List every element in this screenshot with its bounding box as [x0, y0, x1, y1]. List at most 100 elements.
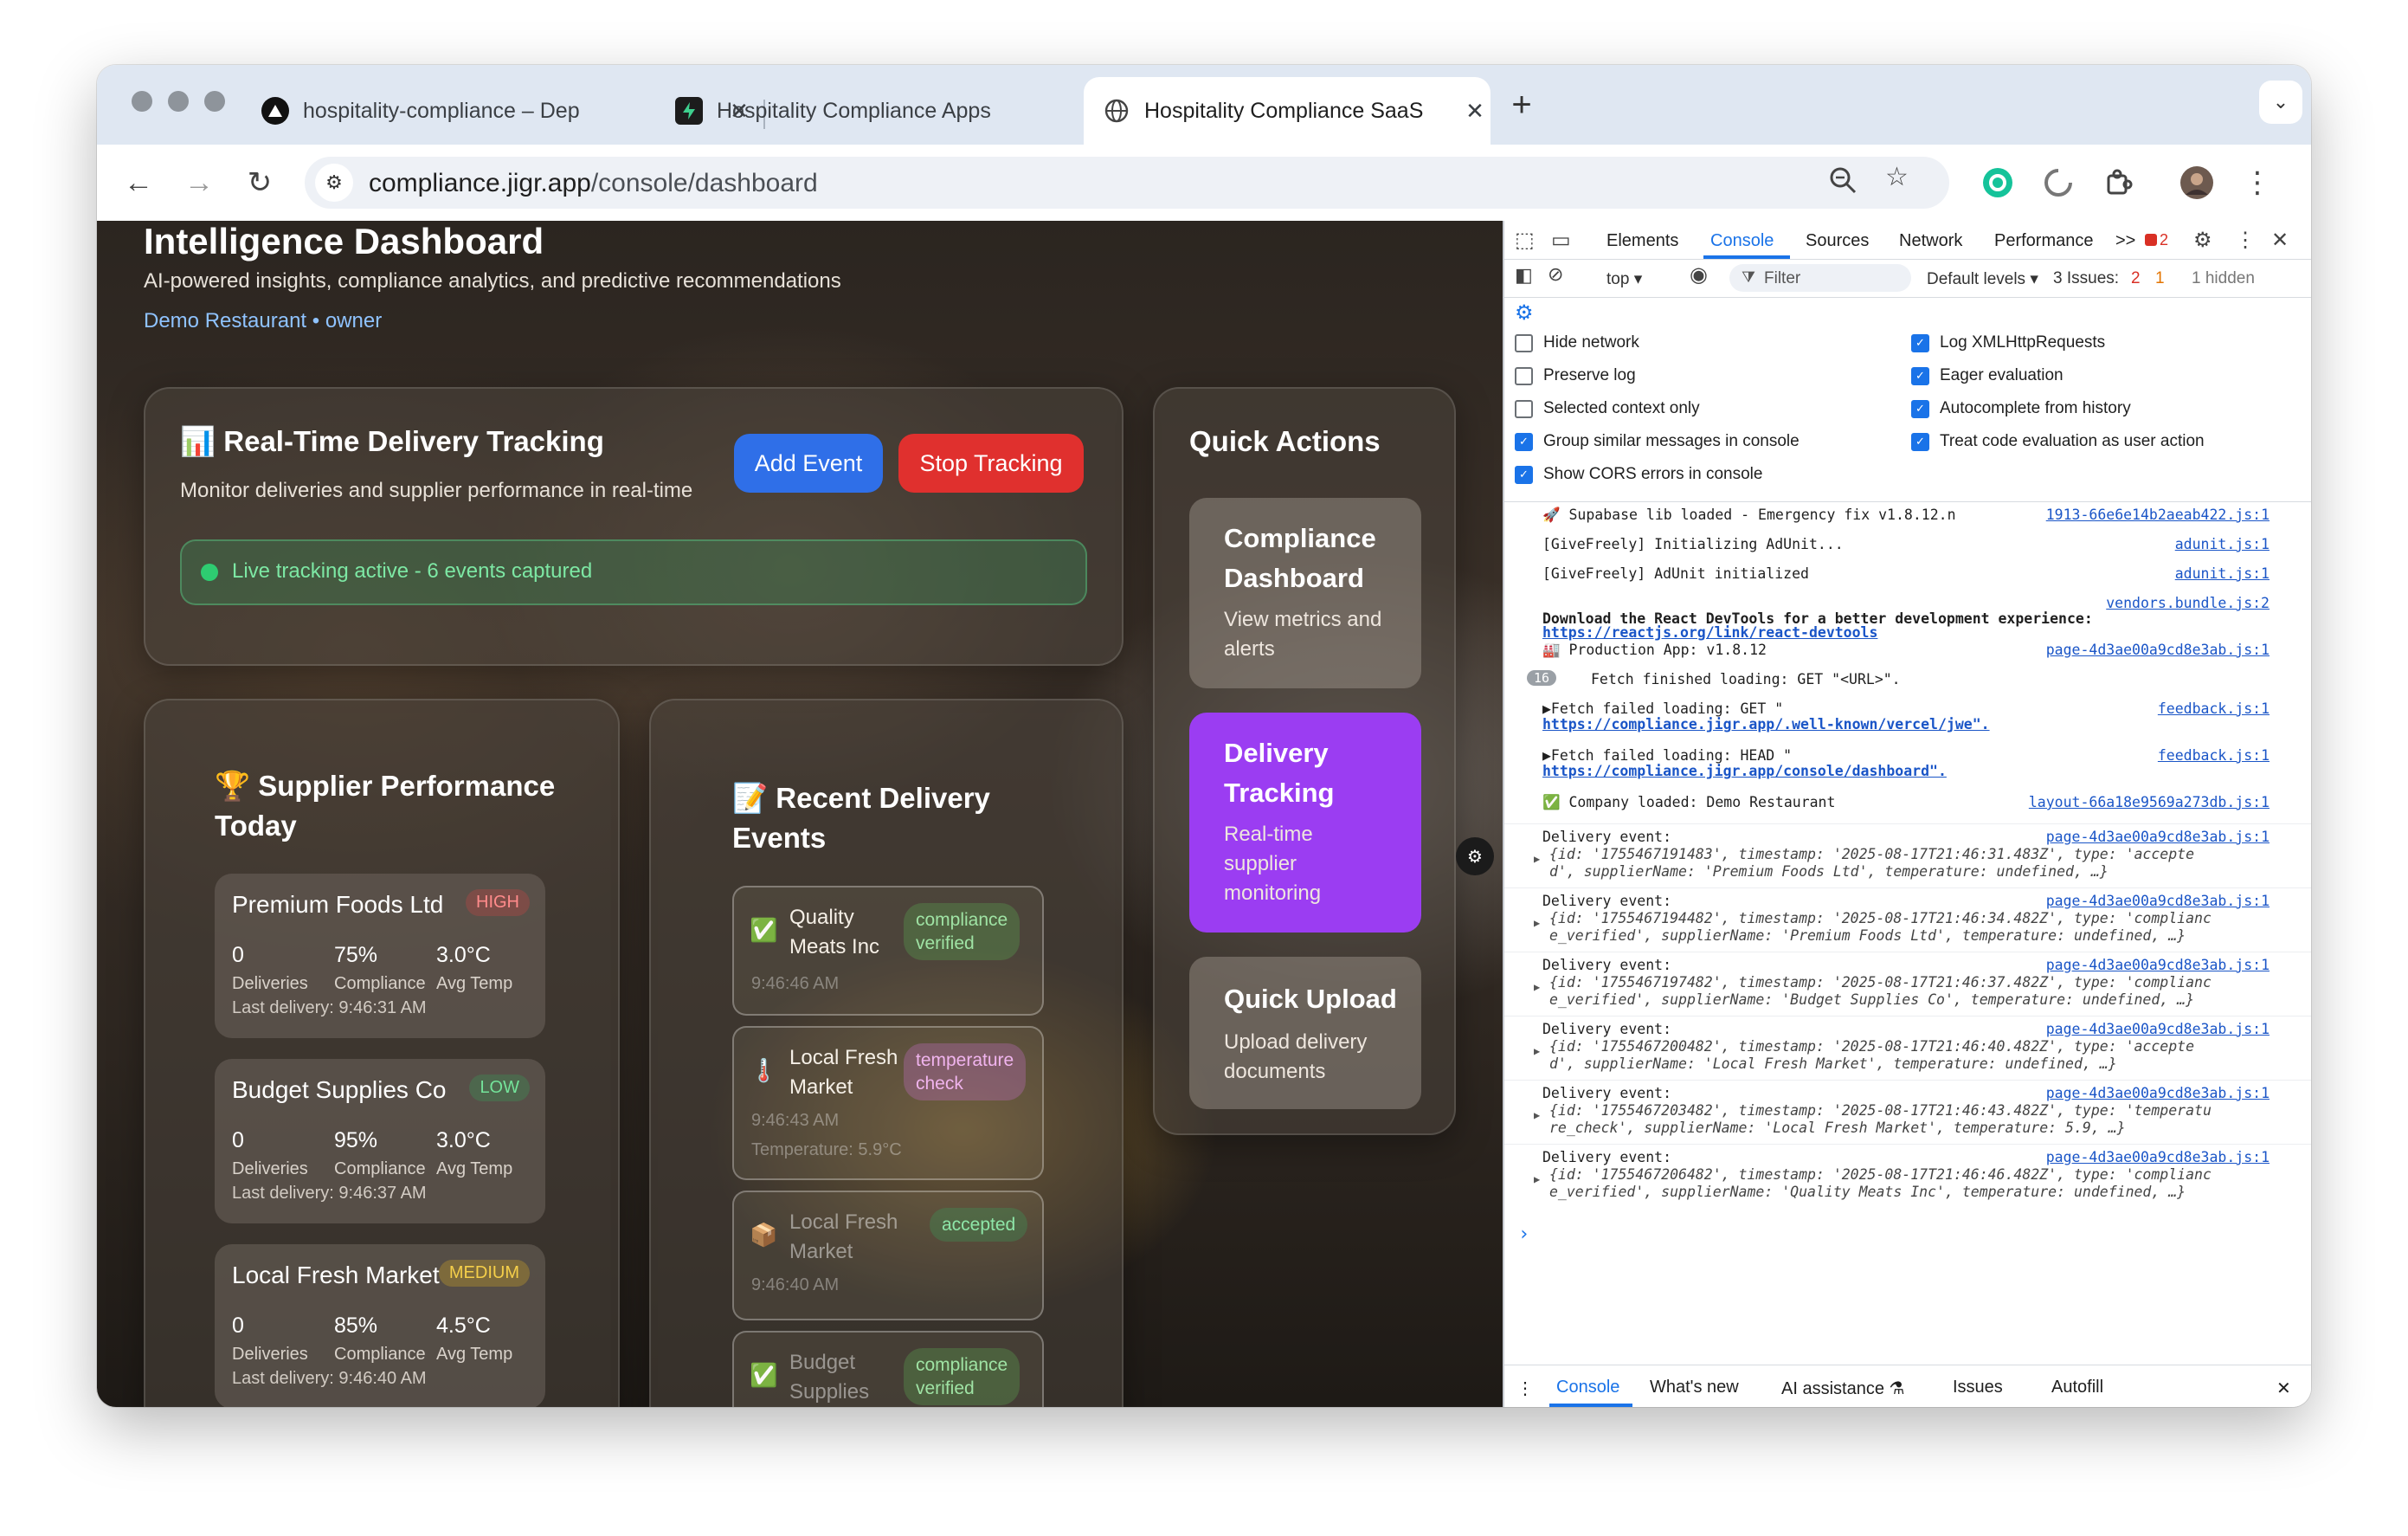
add-event-button[interactable]: Add Event: [734, 434, 883, 493]
browser-tab-active[interactable]: Hospitality Compliance SaaS ✕: [1084, 77, 1491, 145]
device-toolbar-icon[interactable]: ▭: [1551, 228, 1571, 253]
log-source-link[interactable]: page-4d3ae00a9cd8e3ab.js:1: [2046, 642, 2270, 658]
supplier-card[interactable]: Local Fresh Market MEDIUM 0 Deliveries 8…: [215, 1244, 545, 1407]
delivery-event-object[interactable]: e_verified', supplierName: 'Premium Food…: [1549, 927, 2186, 944]
log-source-link[interactable]: vendors.bundle.js:2: [2106, 595, 2270, 611]
quick-action-quick-upload[interactable]: Quick Upload Upload delivery documents: [1189, 957, 1421, 1109]
log-link[interactable]: https://compliance.jigr.app/.well-known/…: [1542, 716, 1990, 733]
event-item[interactable]: ✅ Quality Meats Inc compliance verified 9:…: [732, 886, 1044, 1016]
tab-sources[interactable]: Sources: [1806, 231, 1869, 251]
close-window-button[interactable]: [132, 91, 152, 112]
inspect-element-icon[interactable]: ⬚: [1515, 228, 1535, 253]
devtools-settings-gear-icon[interactable]: ⚙: [2193, 228, 2212, 253]
expand-triangle-icon[interactable]: ▶: [1534, 917, 1540, 929]
checkbox-checked-icon[interactable]: ✓: [1515, 432, 1533, 451]
checkbox-unchecked-icon[interactable]: [1515, 399, 1533, 418]
browser-menu-icon[interactable]: ⋮: [2235, 160, 2280, 205]
delivery-event-object[interactable]: e_verified', supplierName: 'Budget Suppl…: [1549, 991, 2194, 1008]
drawer-tab-autofill[interactable]: Autofill: [2051, 1378, 2103, 1397]
log-source-link[interactable]: layout-66a18e9569a273db.js:1: [2029, 794, 2270, 810]
extensions-puzzle-icon[interactable]: [2096, 160, 2141, 205]
event-item[interactable]: 📦 Local Fresh Market accepted 9:46:40 AM: [732, 1191, 1044, 1320]
delivery-event-object[interactable]: {id: '1755467206482', timestamp: '2025-0…: [1549, 1166, 2212, 1183]
delivery-event-object[interactable]: {id: '1755467197482', timestamp: '2025-0…: [1549, 974, 2212, 991]
site-settings-icon[interactable]: ⚙: [315, 164, 353, 202]
expand-triangle-icon[interactable]: ▶: [1534, 1173, 1540, 1185]
console-filter-input[interactable]: ⧩ Filter: [1729, 264, 1911, 292]
log-link[interactable]: https://compliance.jigr.app/console/dash…: [1542, 763, 1947, 779]
supplier-card[interactable]: Premium Foods Ltd HIGH 0 Deliveries 75% …: [215, 874, 545, 1038]
console-setting-checkbox[interactable]: Hide network: [1515, 333, 1639, 352]
log-source-link[interactable]: page-4d3ae00a9cd8e3ab.js:1: [2046, 893, 2270, 909]
issues-warning-count[interactable]: 1: [2155, 269, 2165, 288]
drawer-tab-console[interactable]: Console: [1556, 1378, 1619, 1397]
checkbox-unchecked-icon[interactable]: [1515, 333, 1533, 352]
tab-network[interactable]: Network: [1899, 231, 1962, 251]
console-setting-checkbox[interactable]: ✓ Log XMLHttpRequests: [1911, 333, 2105, 352]
devtools-menu-icon[interactable]: ⋮: [2235, 228, 2256, 253]
expand-triangle-icon[interactable]: ▶: [1534, 1045, 1540, 1057]
log-source-link[interactable]: page-4d3ae00a9cd8e3ab.js:1: [2046, 829, 2270, 845]
console-setting-checkbox[interactable]: ✓ Treat code evaluation as user action: [1911, 432, 2205, 451]
expand-triangle-icon[interactable]: ▶: [1534, 1109, 1540, 1121]
console-setting-checkbox[interactable]: ✓ Show CORS errors in console: [1515, 465, 1762, 484]
floating-settings-icon[interactable]: ⚙: [1456, 837, 1494, 875]
log-source-link[interactable]: 1913-66e6e14b2aeab422.js:1: [2046, 507, 2270, 523]
context-selector[interactable]: top ▾: [1606, 269, 1642, 289]
log-source-link[interactable]: page-4d3ae00a9cd8e3ab.js:1: [2046, 957, 2270, 973]
console-setting-checkbox[interactable]: Preserve log: [1515, 366, 1636, 385]
address-bar[interactable]: ⚙ compliance.jigr.app/console/dashboard …: [305, 157, 1949, 209]
checkbox-checked-icon[interactable]: ✓: [1911, 432, 1929, 451]
console-setting-checkbox[interactable]: Selected context only: [1515, 399, 1700, 418]
reload-icon[interactable]: ↻: [237, 160, 282, 205]
grammarly-extension-icon[interactable]: [1975, 160, 2020, 205]
log-source-link[interactable]: page-4d3ae00a9cd8e3ab.js:1: [2046, 1021, 2270, 1037]
issues-label[interactable]: 3 Issues:: [2053, 269, 2119, 288]
tab-search-chevron-icon[interactable]: ⌄: [2259, 81, 2302, 124]
delivery-event-object[interactable]: re_check', supplierName: 'Local Fresh Ma…: [1549, 1120, 2126, 1136]
quick-action-delivery-tracking[interactable]: Delivery Tracking Real-time supplier monito…: [1189, 713, 1421, 933]
console-setting-checkbox[interactable]: ✓ Autocomplete from history: [1911, 399, 2131, 418]
log-link[interactable]: https://reactjs.org/link/react-devtools: [1542, 624, 1877, 641]
maximize-window-button[interactable]: [204, 91, 225, 112]
checkbox-unchecked-icon[interactable]: [1515, 366, 1533, 385]
delivery-event-object[interactable]: e_verified', supplierName: 'Quality Meat…: [1549, 1184, 2186, 1200]
url-text[interactable]: compliance.jigr.app/console/dashboard: [369, 169, 818, 198]
back-arrow-icon[interactable]: ←: [116, 160, 161, 205]
delivery-event-object[interactable]: {id: '1755467203482', timestamp: '2025-0…: [1549, 1102, 2212, 1119]
delivery-event-object[interactable]: {id: '1755467200482', timestamp: '2025-0…: [1549, 1038, 2194, 1055]
drawer-tab-issues[interactable]: Issues: [1953, 1378, 2003, 1397]
drawer-tab-ai-assistance[interactable]: AI assistance ⚗: [1781, 1378, 1904, 1399]
delivery-event-object[interactable]: {id: '1755467194482', timestamp: '2025-0…: [1549, 910, 2212, 926]
log-source-link[interactable]: feedback.js:1: [2158, 700, 2270, 717]
extension-icon[interactable]: [2036, 160, 2081, 205]
zoom-icon[interactable]: [1828, 165, 1858, 202]
new-tab-button[interactable]: +: [1499, 86, 1544, 125]
delivery-event-object[interactable]: {id: '1755467191483', timestamp: '2025-0…: [1549, 846, 2194, 862]
log-source-link[interactable]: adunit.js:1: [2175, 565, 2270, 582]
restaurant-role[interactable]: Demo Restaurant • owner: [144, 309, 382, 333]
console-prompt[interactable]: ›: [1518, 1223, 1529, 1245]
log-source-link[interactable]: feedback.js:1: [2158, 747, 2270, 764]
checkbox-checked-icon[interactable]: ✓: [1911, 333, 1929, 352]
console-settings-gear-icon[interactable]: ⚙: [1515, 300, 1534, 326]
bookmark-star-icon[interactable]: ☆: [1885, 162, 1909, 192]
tab-performance[interactable]: Performance: [1994, 231, 2094, 251]
error-count-badge[interactable]: 2: [2145, 231, 2168, 249]
minimize-window-button[interactable]: [168, 91, 189, 112]
event-item[interactable]: 🌡️ Local Fresh Market temperature check 9:…: [732, 1026, 1044, 1180]
drawer-tab-whats-new[interactable]: What's new: [1650, 1378, 1739, 1397]
expand-triangle-icon[interactable]: ▶: [1534, 853, 1540, 865]
live-expression-eye-icon[interactable]: ◉: [1690, 262, 1708, 287]
tab-elements[interactable]: Elements: [1606, 231, 1678, 251]
stop-tracking-button[interactable]: Stop Tracking: [898, 434, 1084, 493]
checkbox-checked-icon[interactable]: ✓: [1911, 399, 1929, 418]
issues-error-count[interactable]: 2: [2131, 269, 2141, 288]
close-devtools-icon[interactable]: ✕: [2271, 228, 2289, 253]
log-levels-dropdown[interactable]: Default levels ▾: [1927, 269, 2038, 289]
profile-avatar[interactable]: [2174, 160, 2219, 205]
console-setting-checkbox[interactable]: ✓ Eager evaluation: [1911, 366, 2064, 385]
log-source-link[interactable]: page-4d3ae00a9cd8e3ab.js:1: [2046, 1149, 2270, 1165]
more-tabs-button[interactable]: >>: [2115, 231, 2135, 251]
close-tab-icon[interactable]: ✕: [1459, 98, 1491, 125]
